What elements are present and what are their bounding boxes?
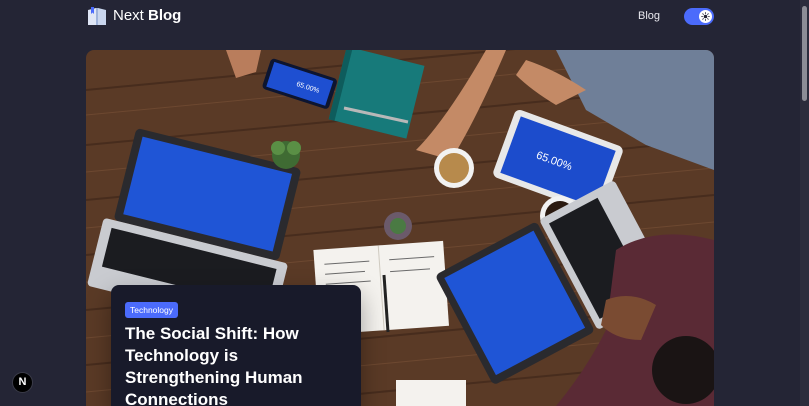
page-scrollbar[interactable] xyxy=(800,0,809,406)
scrollbar-thumb[interactable] xyxy=(802,6,807,101)
book-logo-icon xyxy=(88,7,106,25)
post-title[interactable]: The Social Shift: How Technology is Stre… xyxy=(125,323,347,406)
toggle-knob xyxy=(699,10,712,23)
site-header: Next Blog Blog xyxy=(0,0,800,34)
nav-link-blog[interactable]: Blog xyxy=(638,8,660,24)
site-logo[interactable]: Next Blog xyxy=(86,5,181,27)
logo-text: Next Blog xyxy=(113,5,181,27)
category-badge[interactable]: Technology xyxy=(125,302,179,318)
logo-text-bold: Blog xyxy=(148,7,182,24)
next-logo-icon: N xyxy=(18,376,27,388)
theme-toggle[interactable] xyxy=(684,8,714,25)
sun-icon xyxy=(701,12,710,21)
featured-post-card[interactable]: Technology The Social Shift: How Technol… xyxy=(111,285,361,406)
nextjs-devtools-button[interactable]: N xyxy=(12,372,33,393)
logo-text-light: Next xyxy=(113,7,144,24)
